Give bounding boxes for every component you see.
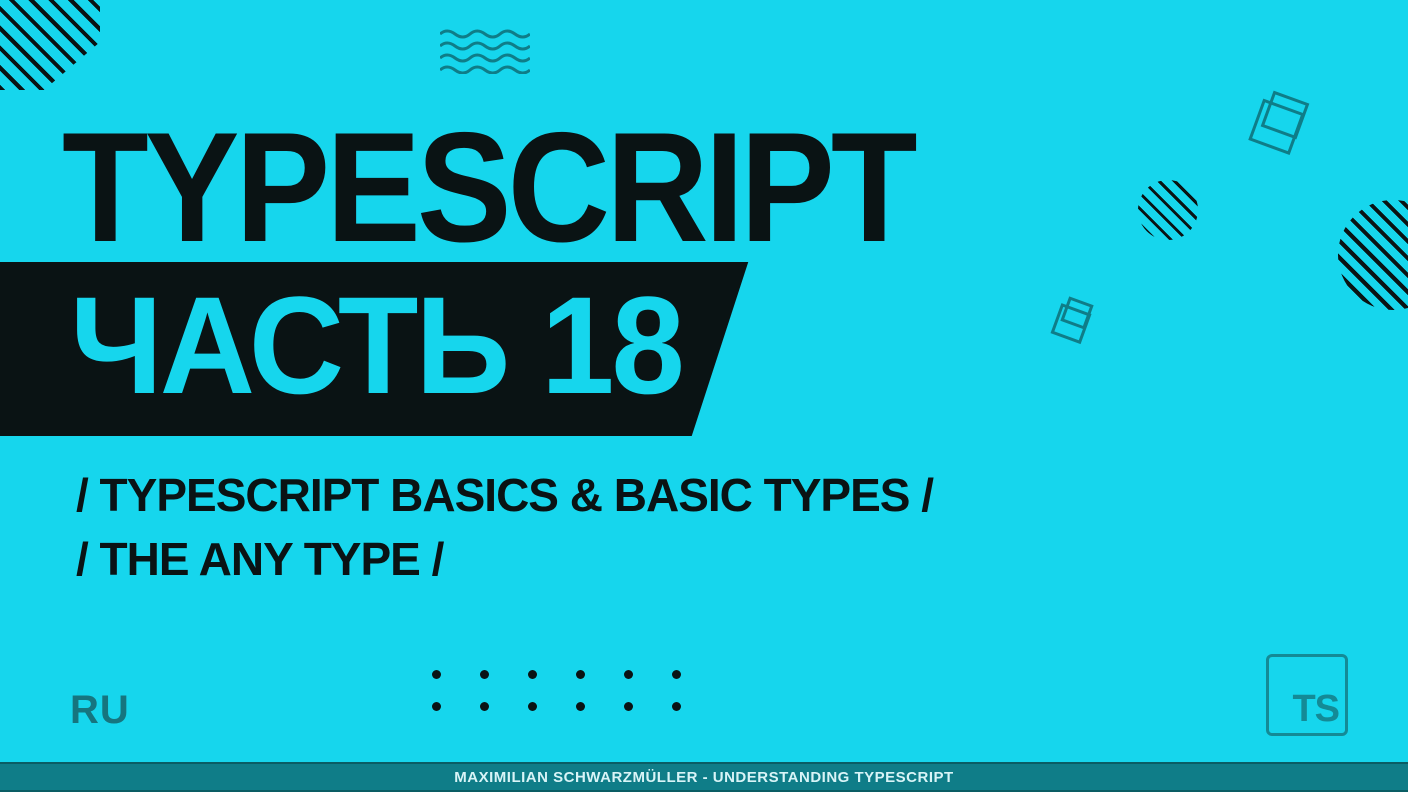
- subtitle-line-1: / TYPESCRIPT BASICS & BASIC TYPES /: [76, 468, 933, 522]
- striped-circle-decoration-small: [1138, 180, 1198, 240]
- part-label: ЧАСТЬ 18: [70, 266, 682, 425]
- footer-text: MAXIMILIAN SCHWARZMÜLLER - UNDERSTANDING…: [454, 769, 953, 786]
- waves-decoration: [440, 28, 530, 74]
- subtitle-line-2: / THE ANY TYPE /: [76, 532, 443, 586]
- square-decoration: [1261, 91, 1310, 140]
- typescript-logo-text: TS: [1292, 688, 1339, 731]
- language-label: RU: [70, 688, 130, 733]
- dot-grid-decoration: [432, 670, 682, 712]
- diagonal-lines-decoration: [0, 0, 100, 90]
- slide: TYPESCRIPT ЧАСТЬ 18 / TYPESCRIPT BASICS …: [0, 0, 1408, 792]
- typescript-logo: TS: [1266, 654, 1348, 736]
- main-title: TYPESCRIPT: [62, 98, 914, 278]
- footer-bar: MAXIMILIAN SCHWARZMÜLLER - UNDERSTANDING…: [0, 762, 1408, 792]
- striped-circle-decoration: [1338, 200, 1408, 310]
- square-decoration-small: [1060, 296, 1093, 329]
